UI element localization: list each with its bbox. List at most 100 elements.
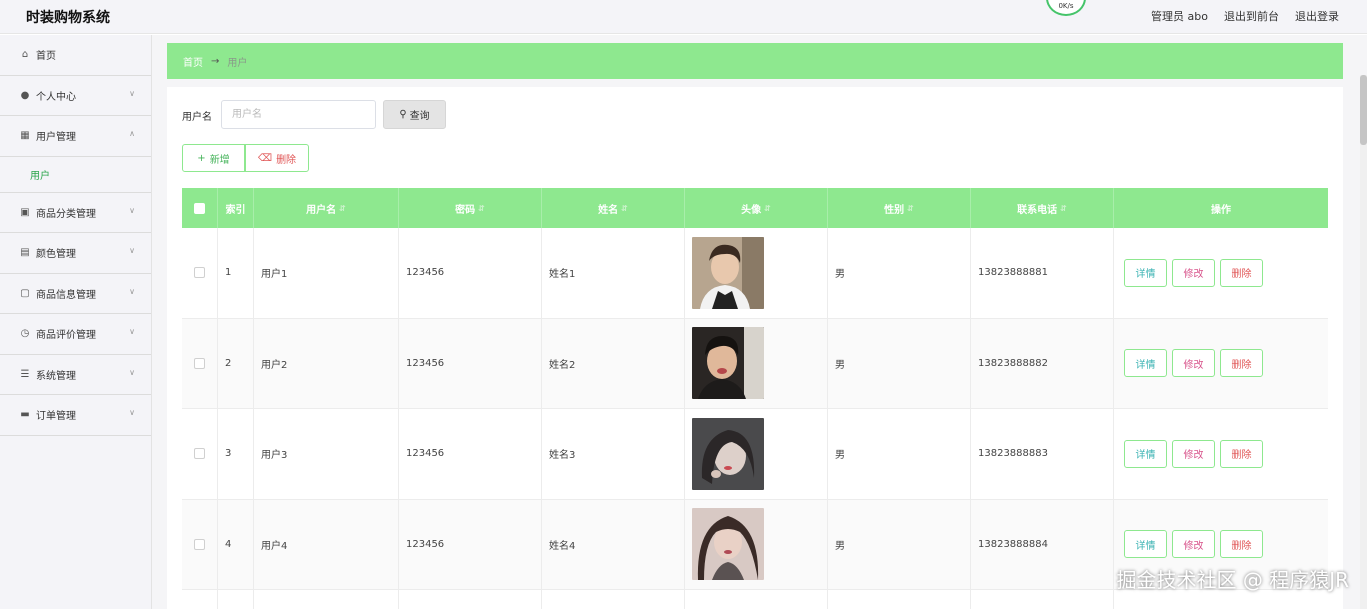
sort-icon[interactable]: ⇵ [1060,204,1067,213]
header-username[interactable]: 用户名 ⇵ [254,188,399,228]
header-password[interactable]: 密码 ⇵ [399,188,542,228]
sidebar-item-personal-center[interactable]: ● 个人中心 ∨ [0,76,151,116]
ops-cell: 详情 修改 删除 [1114,228,1328,318]
header-avatar-label: 头像 [741,204,762,216]
scan-frame-icon: ▢ [20,287,30,299]
username-cell: 用户4 [254,499,399,589]
detail-button[interactable]: 详情 [1124,439,1167,468]
vertical-scrollbar[interactable] [1360,75,1367,609]
row-select-cell [182,499,218,589]
avatar-cell [685,409,828,499]
delete-button[interactable]: 删除 [1220,258,1263,287]
sidebar-item-product-review-management[interactable]: ◷ 商品评价管理 ∨ [0,314,151,355]
avatar-cell [685,499,828,589]
edit-button[interactable]: 修改 [1172,258,1215,287]
sidebar-item-label: 首页 [36,51,56,63]
app-title: 时装购物系统 [26,10,110,26]
delete-button[interactable]: 删除 [1220,349,1263,378]
sidebar-item-label: 订单管理 [36,411,76,423]
index-cell: 2 [218,318,254,408]
header-avatar[interactable]: 头像 ⇵ [685,188,828,228]
password-cell: 123456 [399,499,542,589]
sidebar-item-label: 颜色管理 [36,249,76,261]
sidebar-item-user-management[interactable]: ▦ 用户管理 ∧ [0,116,151,157]
row-checkbox[interactable] [194,448,205,460]
detail-button[interactable]: 详情 [1124,258,1167,287]
edit-button[interactable]: 修改 [1172,439,1215,468]
header-select-all[interactable] [182,188,218,228]
username-search-input[interactable] [221,100,376,129]
row-select-cell [182,318,218,408]
breadcrumb-current: 用户 [227,57,248,69]
gender-cell: 男 [828,499,971,589]
detail-button[interactable]: 详情 [1124,349,1167,378]
add-button[interactable]: + 新增 [182,144,245,172]
header-phone[interactable]: 联系电话 ⇵ [971,188,1114,228]
sidebar-item-home[interactable]: ⌂ 首页 [0,35,151,76]
sort-icon[interactable]: ⇵ [478,204,485,213]
exit-to-front-link[interactable]: 退出到前台 [1224,8,1279,24]
query-button[interactable]: ⚲ 查询 [383,100,446,129]
avatar-cell [685,590,828,609]
scrollbar-thumb[interactable] [1360,75,1367,145]
select-all-checkbox[interactable] [194,202,205,214]
header-index: 索引 [218,188,254,228]
username-cell: 用户3 [254,409,399,499]
name-cell [542,590,685,609]
chevron-down-icon: ∨ [129,88,135,98]
avatar [692,417,764,490]
content-panel: 用户名 ⚲ 查询 + 新增 ⌫ 删除 索引 用户名⇵ 密码⇵ 姓名⇵ 头像⇵ 性… [167,87,1343,609]
row-checkbox[interactable] [194,538,205,550]
header-gender[interactable]: 性别 ⇵ [828,188,971,228]
delete-button[interactable]: 删除 [1220,530,1263,559]
row-select-cell [182,409,218,499]
password-cell [399,590,542,609]
edit-button[interactable]: 修改 [1172,349,1215,378]
sidebar-item-category-management[interactable]: ▣ 商品分类管理 ∨ [0,193,151,233]
trash-icon: ⌫ [257,152,273,164]
sidebar-item-label: 系统管理 [36,370,76,382]
sidebar-item-product-info-management[interactable]: ▢ 商品信息管理 ∨ [0,274,151,314]
add-button-label: 新增 [209,154,230,166]
breadcrumb-home[interactable]: 首页 [183,54,203,69]
header-gender-label: 性别 [884,204,905,216]
logout-link[interactable]: 退出登录 [1295,8,1339,24]
breadcrumb: 首页 → 用户 [167,43,1343,79]
sidebar-subitem-user[interactable]: 用户 [0,157,151,193]
row-checkbox[interactable] [194,267,205,279]
briefcase-icon: ▣ [20,206,30,218]
edit-button[interactable]: 修改 [1172,530,1215,559]
admin-user-label[interactable]: 管理员 abo [1151,8,1208,24]
gender-cell: 男 [828,228,971,318]
sidebar: ⌂ 首页 ● 个人中心 ∨ ▦ 用户管理 ∧ 用户 ▣ 商品分类管理 ∨ ▤ 颜… [0,35,152,609]
batch-delete-button[interactable]: ⌫ 删除 [245,144,309,172]
name-cell: 姓名2 [542,318,685,408]
header-name[interactable]: 姓名 ⇵ [542,188,685,228]
chevron-down-icon: ∨ [129,205,135,215]
sort-icon[interactable]: ⇵ [907,204,914,213]
chevron-up-icon: ∧ [129,129,135,138]
detail-button[interactable]: 详情 [1124,530,1167,559]
chevron-down-icon: ∨ [129,327,135,336]
sort-icon[interactable]: ⇵ [621,204,628,213]
phone-cell: 13823888883 [971,409,1114,499]
sidebar-item-color-management[interactable]: ▤ 颜色管理 ∨ [0,233,151,274]
user-icon: ● [20,89,30,101]
sort-icon[interactable]: ⇵ [339,204,346,213]
avatar-cell [685,318,828,408]
row-checkbox[interactable] [194,357,205,369]
chevron-down-icon: ∨ [129,367,135,377]
delete-button[interactable]: 删除 [1220,439,1263,468]
sidebar-item-system-management[interactable]: ☰ 系统管理 ∨ [0,355,151,395]
header-password-label: 密码 [455,204,476,216]
header-ops-label: 操作 [1211,204,1231,216]
phone-cell: 13823888882 [971,318,1114,408]
table-row: 2 用户2 123456 姓名2 男 13823888882 详情 修改 删除 [182,318,1328,409]
sidebar-item-order-management[interactable]: ▬ 订单管理 ∨ [0,395,151,436]
search-icon: ⚲ [399,109,407,120]
username-cell [254,590,399,609]
clipboard-icon: ▤ [20,247,30,259]
header-username-label: 用户名 [306,204,337,216]
header-ops: 操作 [1114,188,1328,228]
sort-icon[interactable]: ⇵ [764,204,771,213]
